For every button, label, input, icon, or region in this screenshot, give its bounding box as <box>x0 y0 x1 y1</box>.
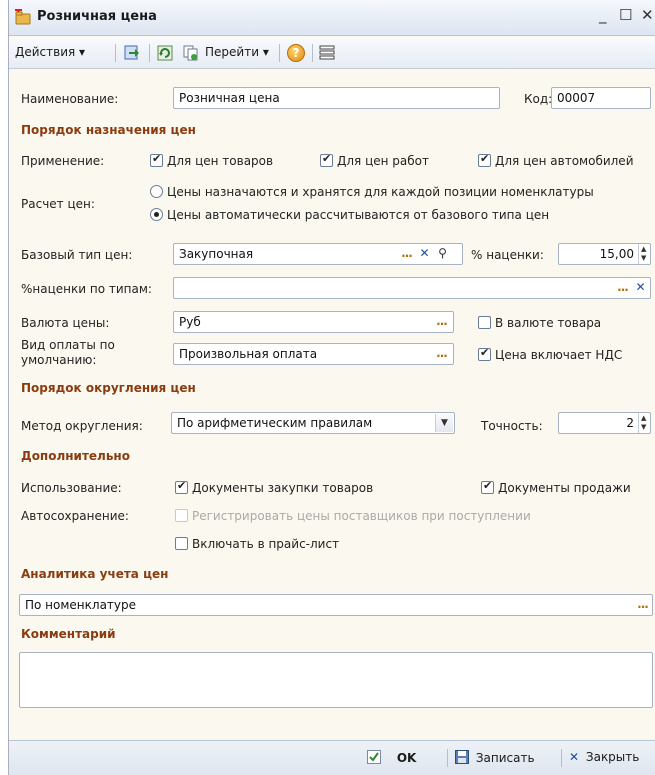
apply-works-checkbox[interactable] <box>320 152 333 167</box>
include-pricelist-label[interactable]: Включать в прайс-лист <box>192 537 339 551</box>
analytics-input[interactable]: По номенклатуре ... <box>19 594 653 616</box>
close-icon: ✕ <box>569 750 580 764</box>
currency-label: Валюта цены: <box>21 316 110 330</box>
apply-goods-label[interactable]: Для цен товаров <box>167 154 273 168</box>
toolbar: Действия ▾ Перейти ▾ ? <box>9 37 655 69</box>
markup-input[interactable]: 15,00 ▲ ▼ <box>558 243 651 265</box>
in-goods-currency-label[interactable]: В валюте товара <box>495 316 601 330</box>
spin-up-icon[interactable]: ▲ <box>641 414 646 422</box>
precision-label: Точность: <box>481 419 543 433</box>
list-view-icon[interactable] <box>318 44 336 62</box>
floppy-disk-icon <box>455 750 469 764</box>
autosave-label: Автосохранение: <box>21 509 129 523</box>
usage-label: Использование: <box>21 481 122 495</box>
apply-goods-checkbox[interactable] <box>150 152 163 167</box>
markup-by-types-clear-button[interactable]: ✕ <box>632 280 649 296</box>
apply-works-label[interactable]: Для цен работ <box>337 154 429 168</box>
payment-label-line1: Вид оплаты по <box>21 338 115 352</box>
calc-auto-label[interactable]: Цены автоматически рассчитываются от баз… <box>167 208 549 222</box>
title-bar: Розничная цена _ ☐ ✕ <box>9 0 655 36</box>
maximize-button[interactable]: ☐ <box>619 6 632 24</box>
autosave-register-label: Регистрировать цены поставщиков при пост… <box>192 509 531 523</box>
usage-sales-checkbox[interactable] <box>481 479 494 494</box>
spin-down-icon[interactable]: ▼ <box>641 254 646 262</box>
currency-select-button[interactable]: ... <box>433 314 450 330</box>
section-analytics: Аналитика учета цен <box>21 567 169 581</box>
markup-by-types-select-button[interactable]: ... <box>614 280 631 296</box>
base-type-label: Базовый тип цен: <box>21 248 133 262</box>
payment-input[interactable]: Произвольная оплата ... <box>173 343 454 365</box>
name-input[interactable]: Розничная цена <box>173 87 500 109</box>
toolbar-separator <box>115 44 116 62</box>
usage-sales-label[interactable]: Документы продажи <box>498 481 631 495</box>
comment-textarea[interactable] <box>19 652 653 708</box>
toolbar-separator <box>279 44 280 62</box>
section-rounding: Порядок округления цен <box>21 381 196 395</box>
help-icon: ? <box>292 46 300 60</box>
copy-document-icon[interactable] <box>182 44 200 62</box>
precision-spinner[interactable]: ▲ ▼ <box>638 413 650 433</box>
apply-label: Применение: <box>21 154 105 168</box>
calc-manual-label[interactable]: Цены назначаются и хранятся для каждой п… <box>167 185 594 199</box>
apply-cars-checkbox[interactable] <box>478 152 491 167</box>
base-type-search-icon[interactable]: ⚲ <box>434 246 451 262</box>
payment-label-line2: умолчанию: <box>21 353 97 367</box>
markup-by-types-label: %наценки по типам: <box>21 282 152 296</box>
calc-label: Расчет цен: <box>21 197 95 211</box>
calc-auto-radio[interactable] <box>150 208 163 221</box>
base-type-input[interactable]: Закупочная ... ✕ ⚲ <box>173 243 463 265</box>
includes-vat-label[interactable]: Цена включает НДС <box>495 348 622 362</box>
calc-manual-radio[interactable] <box>150 185 163 198</box>
price-type-window: Розничная цена _ ☐ ✕ Действия ▾ Перейти … <box>8 0 655 775</box>
base-type-clear-button[interactable]: ✕ <box>416 246 433 262</box>
in-goods-currency-checkbox[interactable] <box>478 316 491 329</box>
markup-spinner[interactable]: ▲ ▼ <box>638 244 650 264</box>
section-price-assignment: Порядок назначения цен <box>21 123 196 137</box>
window-title: Розничная цена <box>37 9 157 24</box>
footer-bar: OK Записать ✕ Закрыть <box>9 740 655 775</box>
goto-menu[interactable]: Перейти ▾ <box>205 45 269 59</box>
precision-input[interactable]: 2 ▲ ▼ <box>558 412 651 434</box>
currency-input[interactable]: Руб ... <box>173 311 454 333</box>
toolbar-separator <box>149 44 150 62</box>
actions-menu[interactable]: Действия ▾ <box>15 45 85 59</box>
code-label: Код: <box>524 92 553 106</box>
code-input[interactable]: 00007 <box>551 87 651 109</box>
close-button[interactable]: ✕ Закрыть <box>569 750 639 764</box>
name-label: Наименование: <box>21 92 119 106</box>
minimize-button[interactable]: _ <box>599 6 607 24</box>
markup-by-types-input[interactable]: ... ✕ <box>173 277 651 299</box>
usage-purchase-checkbox[interactable] <box>175 479 188 494</box>
spin-down-icon[interactable]: ▼ <box>641 423 646 431</box>
autosave-register-checkbox <box>175 509 188 522</box>
apply-cars-label[interactable]: Для цен автомобилей <box>495 154 634 168</box>
spin-up-icon[interactable]: ▲ <box>641 245 646 253</box>
includes-vat-checkbox[interactable] <box>478 346 491 361</box>
section-extra: Дополнительно <box>21 449 130 463</box>
markup-label: % наценки: <box>471 248 544 262</box>
check-icon <box>367 750 381 764</box>
footer-separator <box>561 749 562 767</box>
refresh-icon[interactable] <box>156 44 174 62</box>
folder-add-icon <box>15 9 31 25</box>
payment-select-button[interactable]: ... <box>433 346 450 362</box>
help-button[interactable]: ? <box>287 44 305 62</box>
chevron-down-icon[interactable]: ▼ <box>435 414 453 432</box>
analytics-select-button[interactable]: ... <box>634 597 651 613</box>
footer-separator <box>447 749 448 767</box>
save-button[interactable]: Записать <box>455 750 535 765</box>
close-window-button[interactable]: ✕ <box>641 6 654 24</box>
toolbar-separator <box>312 44 313 62</box>
section-comment: Комментарий <box>21 627 116 641</box>
save-close-icon[interactable] <box>123 44 141 62</box>
include-pricelist-checkbox[interactable] <box>175 537 188 550</box>
rounding-method-select[interactable]: По арифметическим правилам ▼ <box>171 412 455 434</box>
base-type-select-button[interactable]: ... <box>398 246 415 262</box>
rounding-method-label: Метод округления: <box>21 419 143 433</box>
usage-purchase-label[interactable]: Документы закупки товаров <box>192 481 373 495</box>
ok-button[interactable]: OK <box>367 750 416 765</box>
